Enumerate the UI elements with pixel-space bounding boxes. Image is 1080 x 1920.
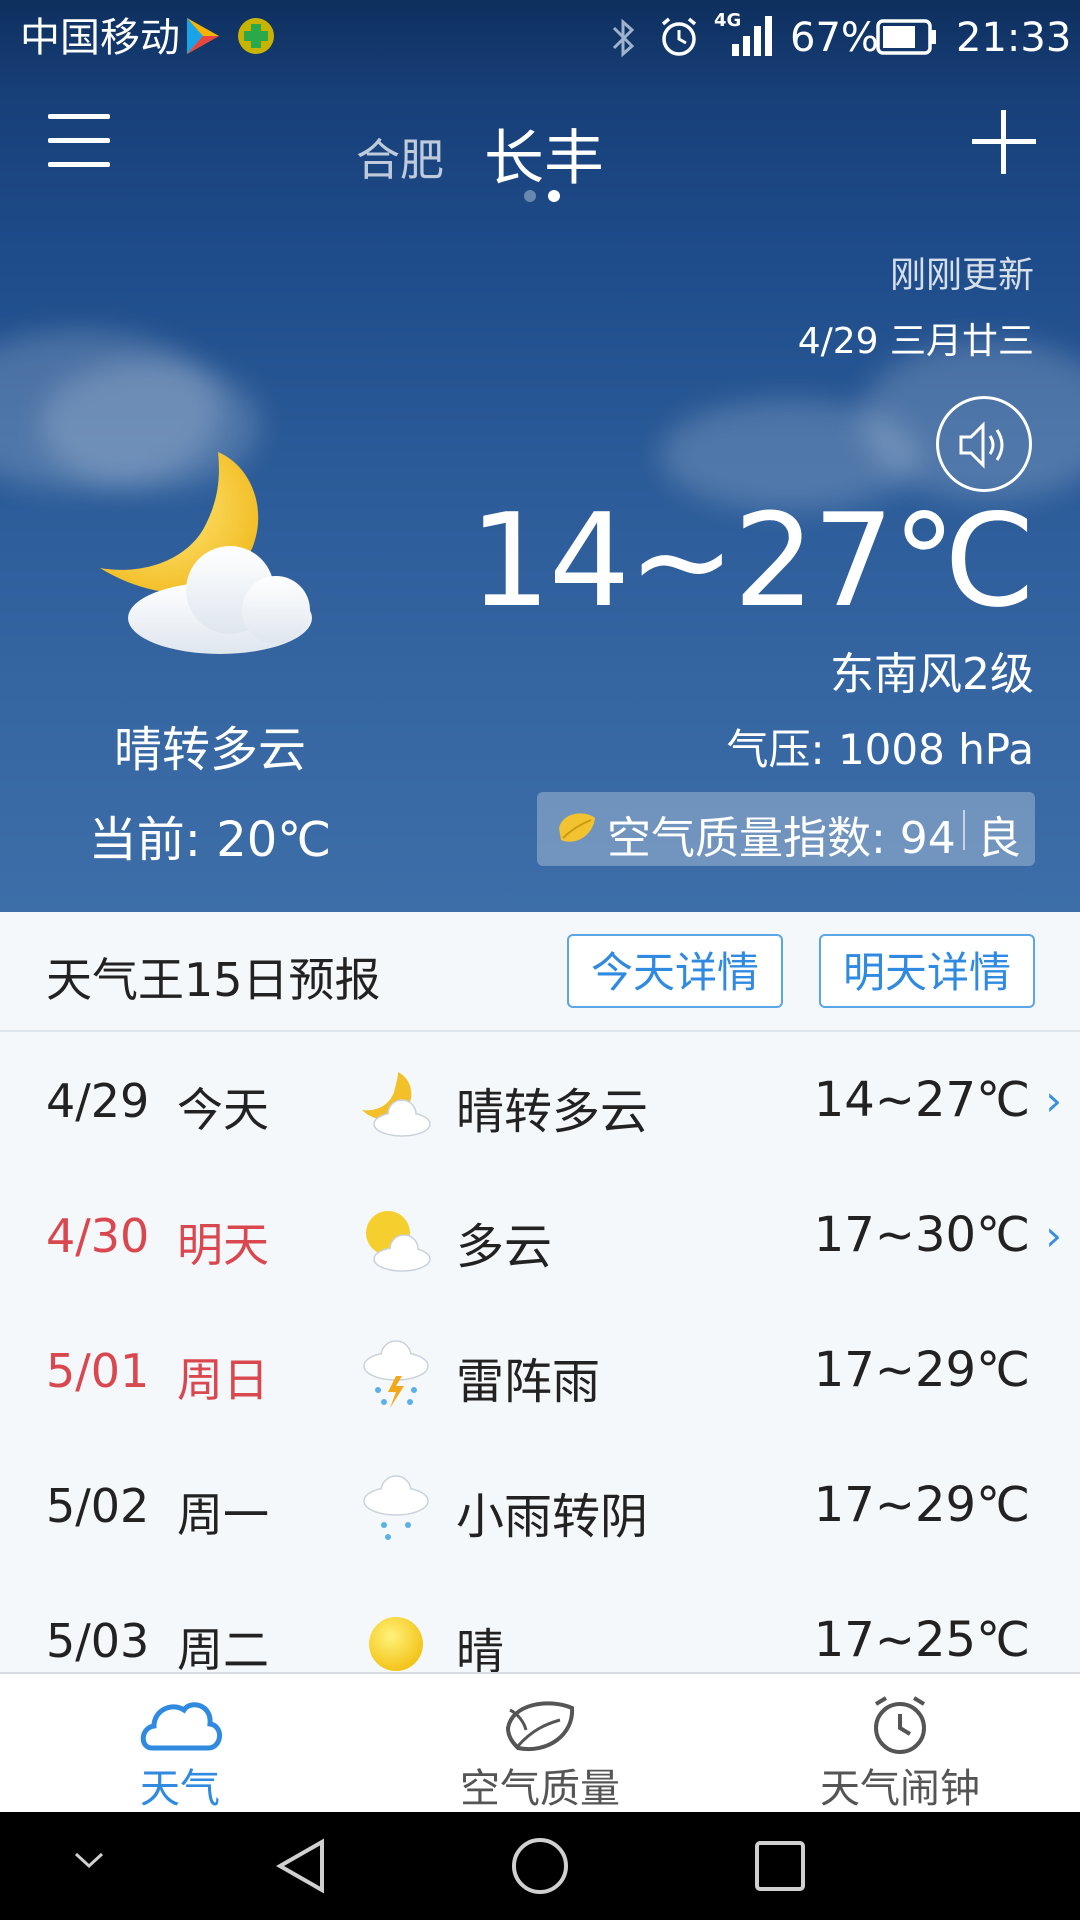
forecast-date: 4/30: [46, 1209, 150, 1263]
update-status: 刚刚更新: [889, 255, 1034, 296]
tab-label: 空气质量: [460, 1766, 620, 1812]
light-rain-icon: [363, 1475, 429, 1540]
forecast-temp: 14~27℃: [813, 1072, 1030, 1128]
tab-label: 天气: [140, 1766, 220, 1812]
forecast-condition: 晴: [456, 1624, 505, 1672]
forecast-date: 4/29: [46, 1074, 150, 1128]
back-icon[interactable]: [272, 1836, 332, 1896]
leaf-icon: [559, 813, 595, 842]
aqi-level: 良: [977, 813, 1021, 864]
current-temperature: 当前: 20℃: [88, 812, 332, 868]
forecast-day: 周日: [177, 1353, 269, 1407]
alarm-icon: [661, 17, 697, 56]
city-tab-previous[interactable]: 合肥: [356, 124, 444, 188]
signal-icon: [732, 16, 772, 56]
tomorrow-details-button[interactable]: 明天详情: [819, 934, 1035, 1008]
forecast-date: 5/01: [46, 1344, 150, 1398]
battery-percent: 67%: [790, 15, 879, 61]
hide-keyboard-icon[interactable]: [72, 1848, 106, 1872]
pressure-info: 气压: 1008 hPa: [726, 725, 1034, 774]
bluetooth-icon: [612, 18, 635, 58]
chevron-right-icon: ›: [1045, 1076, 1062, 1125]
forecast-date: 5/03: [46, 1614, 150, 1668]
voice-broadcast-button[interactable]: [936, 396, 1032, 492]
forecast-row[interactable]: 4/30 明天 多云 17~30℃ ›: [0, 1167, 1080, 1302]
forecast-date: 5/02: [46, 1479, 150, 1533]
sun-cloud-icon: [366, 1211, 431, 1272]
app-store-icon: [187, 18, 219, 54]
moon-cloud-icon: [100, 452, 312, 654]
forecast-day: 周一: [177, 1488, 269, 1542]
bottom-tab-bar: 天气 空气质量 天气闹钟: [0, 1672, 1080, 1814]
current-condition: 晴转多云: [113, 722, 306, 778]
clock: 21:33: [956, 15, 1072, 61]
status-bar: 中国移动 4G 67% 21:33: [0, 0, 1080, 76]
forecast-day: 周二: [177, 1623, 269, 1672]
forecast-temp: 17~25℃: [813, 1612, 1030, 1668]
forecast-condition: 多云: [456, 1219, 553, 1275]
thunderstorm-icon: [363, 1340, 429, 1408]
moon-cloud-icon: [362, 1072, 431, 1137]
forecast-condition: 小雨转阴: [456, 1489, 649, 1545]
home-icon[interactable]: [510, 1836, 570, 1896]
forecast-row[interactable]: 4/29 今天 晴转多云 14~27℃ ›: [0, 1032, 1080, 1167]
carrier-label: 中国移动: [20, 15, 180, 61]
security-app-icon: [238, 18, 274, 54]
tab-weather[interactable]: 天气: [0, 1674, 360, 1814]
alarm-clock-icon: [874, 1696, 926, 1754]
system-navigation-bar: [0, 1812, 1080, 1920]
forecast-list: 4/29 今天 晴转多云 14~27℃ › 4/30 明天 多云 17~30℃ …: [0, 1032, 1080, 1672]
top-bar: 合肥 长丰: [0, 90, 1080, 240]
forecast-row[interactable]: 5/03 周二 晴 17~25℃: [0, 1572, 1080, 1672]
divider: [963, 810, 965, 850]
recents-icon[interactable]: [752, 1838, 808, 1894]
today-details-button[interactable]: 今天详情: [567, 934, 783, 1008]
weather-hero: 中国移动 4G 67% 21:33 合肥 长丰 刚刚更新 4/29 三月廿三 1…: [0, 0, 1080, 912]
tab-weather-alarm[interactable]: 天气闹钟: [720, 1674, 1080, 1814]
forecast-row[interactable]: 5/02 周一 小雨转阴 17~29℃: [0, 1437, 1080, 1572]
cloud-icon: [140, 1702, 222, 1751]
aqi-label: 空气质量指数: 94: [607, 813, 956, 864]
add-city-button[interactable]: [972, 110, 1036, 174]
menu-icon: [48, 114, 110, 119]
page-dot: [524, 190, 536, 202]
menu-button[interactable]: [48, 112, 112, 168]
forecast-temp: 17~29℃: [813, 1342, 1030, 1398]
forecast-temp: 17~29℃: [813, 1477, 1030, 1533]
wind-info: 东南风2级: [830, 649, 1034, 700]
forecast-row[interactable]: 5/01 周日 雷阵雨 17~29℃: [0, 1302, 1080, 1437]
forecast-day: 明天: [177, 1218, 269, 1272]
aqi-badge[interactable]: 空气质量指数: 94 良: [537, 792, 1035, 866]
forecast-day: 今天: [177, 1083, 269, 1137]
sun-icon: [369, 1617, 423, 1671]
battery-icon: [876, 19, 936, 55]
date-lunar: 4/29 三月廿三: [797, 321, 1034, 362]
temperature-range: 14~27℃: [469, 487, 1036, 636]
forecast-header: 天气王15日预报 今天详情 明天详情: [0, 912, 1080, 1032]
tab-label: 天气闹钟: [820, 1766, 980, 1812]
leaf-icon: [505, 1701, 575, 1752]
chevron-right-icon: ›: [1045, 1211, 1062, 1260]
weather-app-screen: 中国移动 4G 67% 21:33 合肥 长丰 刚刚更新 4/29 三月廿三 1…: [0, 0, 1080, 1920]
city-tab-current[interactable]: 长丰: [484, 110, 604, 197]
forecast-title: 天气王15日预报: [46, 953, 381, 1007]
forecast-condition: 雷阵雨: [456, 1354, 601, 1410]
page-dot-active: [548, 190, 560, 202]
tab-air-quality[interactable]: 空气质量: [360, 1674, 720, 1814]
forecast-condition: 晴转多云: [456, 1084, 649, 1140]
speaker-icon: [959, 421, 1004, 469]
forecast-temp: 17~30℃: [813, 1207, 1030, 1263]
